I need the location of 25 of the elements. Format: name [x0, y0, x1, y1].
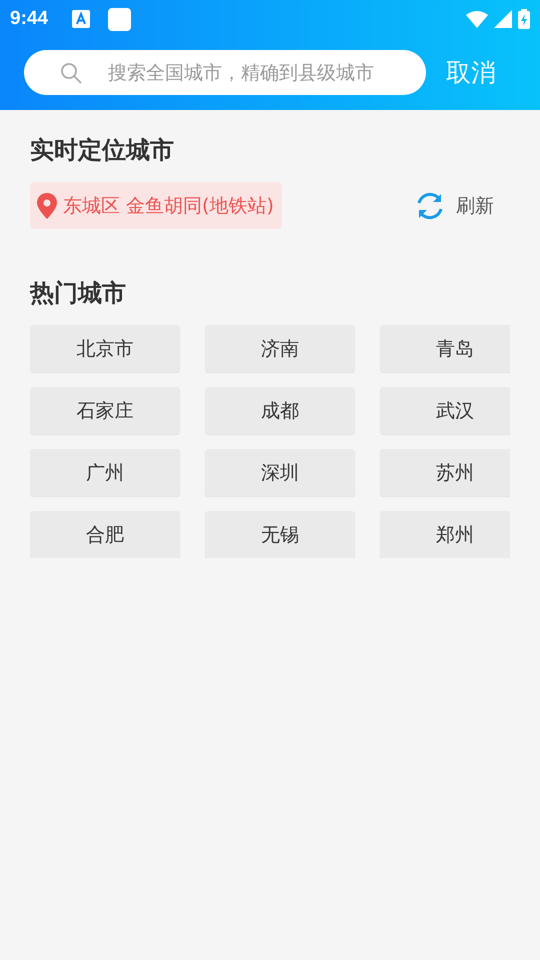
- city-button[interactable]: 无锡: [205, 511, 355, 558]
- app-icon: [108, 8, 132, 30]
- city-button[interactable]: 青岛: [380, 325, 510, 372]
- search-input[interactable]: 搜索全国城市，精确到县级城市: [106, 60, 420, 84]
- battery-icon: [518, 9, 530, 29]
- city-button[interactable]: 成都: [205, 387, 355, 434]
- location-pin-icon: [37, 192, 57, 218]
- city-button[interactable]: 合肥: [30, 511, 180, 558]
- city-button[interactable]: 苏州: [380, 449, 510, 496]
- search-icon: [60, 62, 82, 84]
- section-title: 实时定位城市: [30, 135, 175, 166]
- city-button[interactable]: 武汉: [380, 387, 510, 434]
- city-button[interactable]: 郑州: [380, 511, 510, 558]
- status-time: 9:44: [10, 8, 48, 30]
- city-button[interactable]: 石家庄: [30, 387, 180, 434]
- section-title: 热门城市: [30, 278, 127, 309]
- search-field[interactable]: 搜索全国城市，精确到县级城市: [24, 50, 426, 95]
- city-button[interactable]: 北京市: [30, 325, 180, 372]
- city-button[interactable]: 深圳: [205, 449, 355, 496]
- wifi-icon: [466, 10, 488, 28]
- signal-icon: [494, 10, 512, 28]
- city-button[interactable]: 济南: [205, 325, 355, 372]
- notification-icon: [72, 10, 90, 28]
- city-button[interactable]: 广州: [30, 449, 180, 496]
- refresh-button[interactable]: 刷新: [414, 190, 494, 222]
